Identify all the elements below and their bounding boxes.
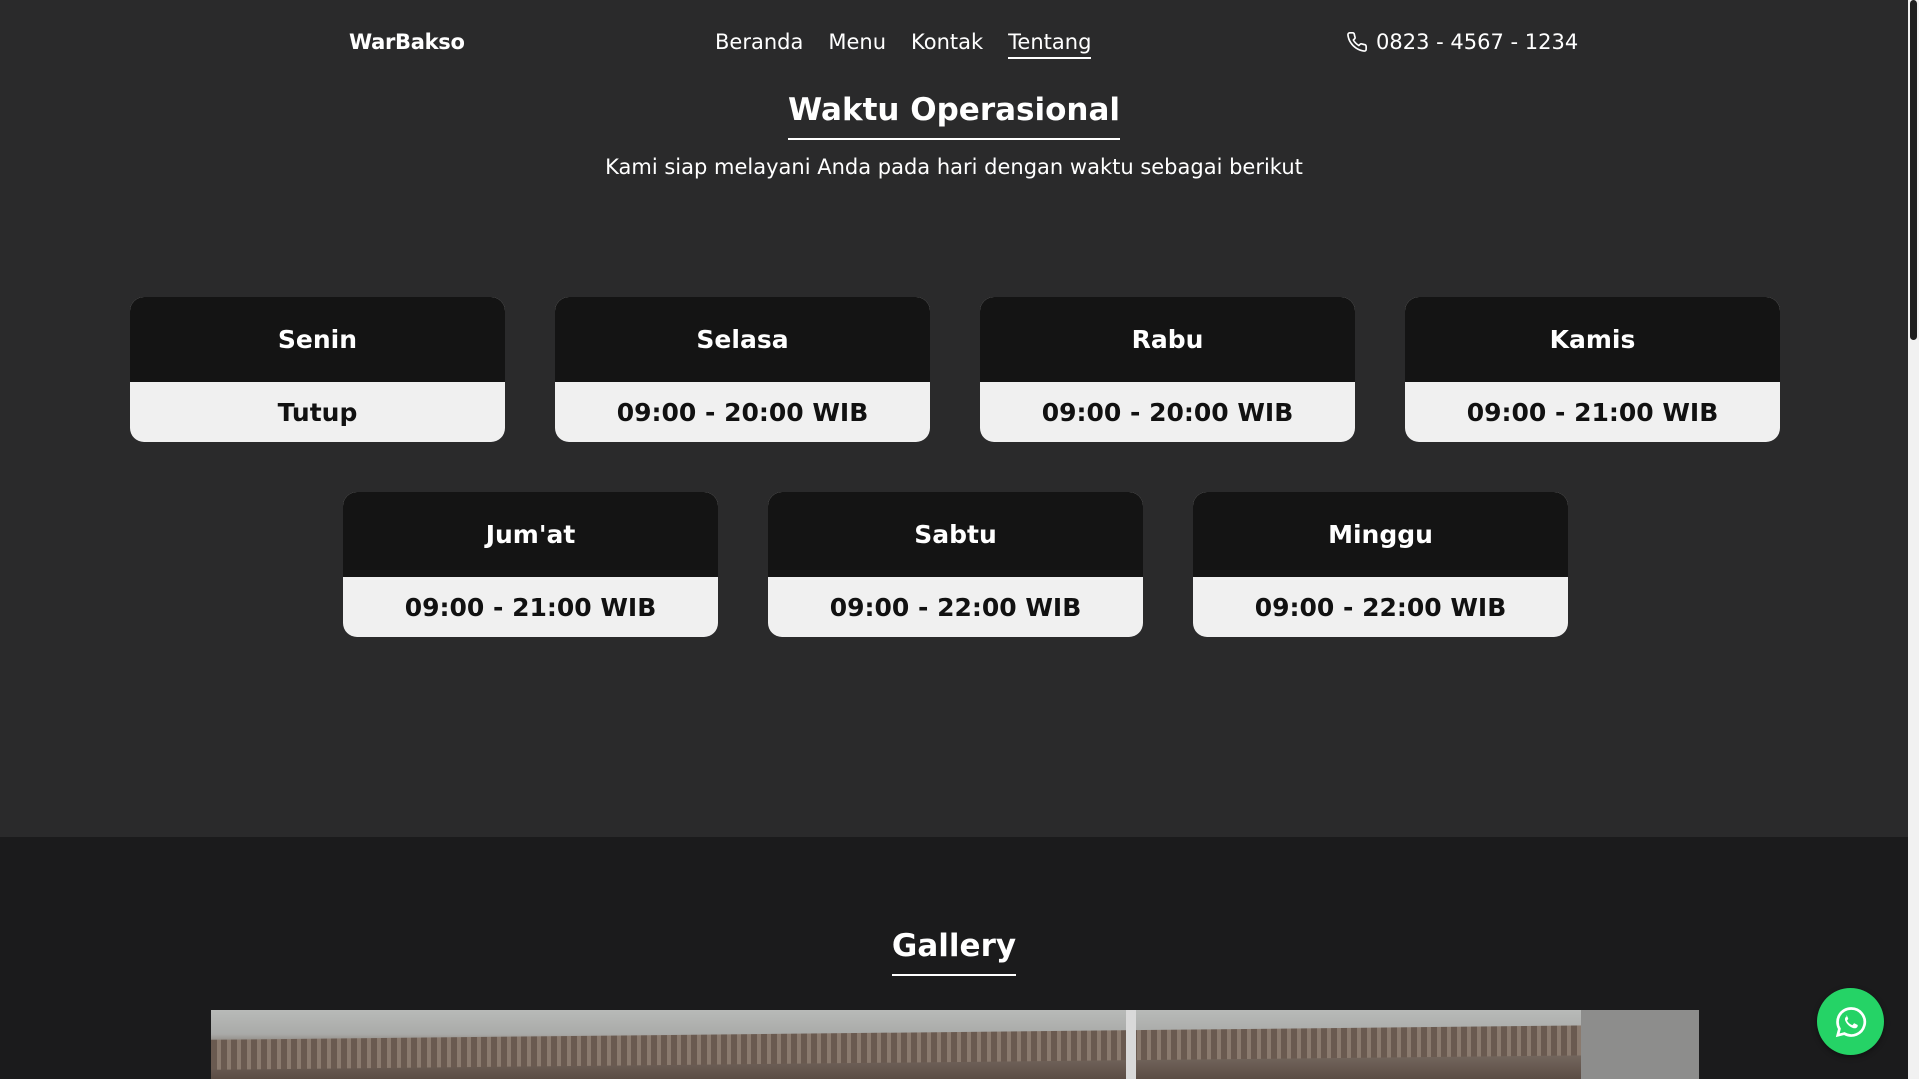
main-nav: Beranda Menu Kontak Tentang (715, 30, 1092, 59)
nav-beranda[interactable]: Beranda (715, 30, 803, 59)
day-label: Jum'at (343, 492, 718, 577)
phone-number: 0823 - 4567 - 1234 (1376, 30, 1579, 54)
hours-value: 09:00 - 20:00 WIB (1041, 397, 1294, 427)
operational-subtitle: Kami siap melayani Anda pada hari dengan… (605, 155, 1303, 179)
gallery-image-roof (211, 1024, 1699, 1070)
gallery-section: Gallery (0, 837, 1908, 1079)
hours-card-kamis: Kamis 09:00 - 21:00 WIB (1405, 297, 1780, 442)
operational-title-wrap: Waktu Operasional (0, 92, 1908, 140)
hours-value: 09:00 - 21:00 WIB (404, 592, 657, 622)
hours-value: 09:00 - 20:00 WIB (616, 397, 869, 427)
scrollbar[interactable] (1908, 0, 1919, 1079)
hours-card-selasa: Selasa 09:00 - 20:00 WIB (555, 297, 930, 442)
day-label: Minggu (1193, 492, 1568, 577)
hours-value: 09:00 - 21:00 WIB (1466, 397, 1719, 427)
hours-value: Tutup (277, 397, 358, 427)
hours-card-jumat: Jum'at 09:00 - 21:00 WIB (343, 492, 718, 637)
hours-card-minggu: Minggu 09:00 - 22:00 WIB (1193, 492, 1568, 637)
nav-menu[interactable]: Menu (828, 30, 886, 59)
brand-logo[interactable]: WarBakso (349, 30, 465, 54)
phone-contact[interactable]: 0823 - 4567 - 1234 (1346, 30, 1578, 54)
whatsapp-icon (1835, 1006, 1866, 1037)
gallery-title: Gallery (891, 928, 1017, 976)
hours-card-rabu: Rabu 09:00 - 20:00 WIB (980, 297, 1355, 442)
operational-title: Waktu Operasional (787, 92, 1121, 140)
day-label: Kamis (1405, 297, 1780, 382)
gallery-image-pole (1126, 1010, 1136, 1079)
day-label: Sabtu (768, 492, 1143, 577)
hours-card-sabtu: Sabtu 09:00 - 22:00 WIB (768, 492, 1143, 637)
nav-tentang[interactable]: Tentang (1008, 30, 1092, 59)
hours-card-senin: Senin Tutup (130, 297, 505, 442)
day-label: Senin (130, 297, 505, 382)
gallery-image-building (1581, 1010, 1699, 1079)
whatsapp-button[interactable] (1817, 988, 1884, 1055)
page: WarBakso Beranda Menu Kontak Tentang 082… (0, 0, 1908, 1079)
nav-kontak[interactable]: Kontak (911, 30, 983, 59)
gallery-image[interactable] (211, 1010, 1699, 1079)
hours-value: 09:00 - 22:00 WIB (829, 592, 1082, 622)
day-label: Rabu (980, 297, 1355, 382)
day-label: Selasa (555, 297, 930, 382)
scrollbar-thumb[interactable] (1910, 0, 1917, 340)
hours-value: 09:00 - 22:00 WIB (1254, 592, 1507, 622)
phone-icon (1347, 32, 1367, 52)
gallery-title-wrap: Gallery (0, 928, 1908, 976)
